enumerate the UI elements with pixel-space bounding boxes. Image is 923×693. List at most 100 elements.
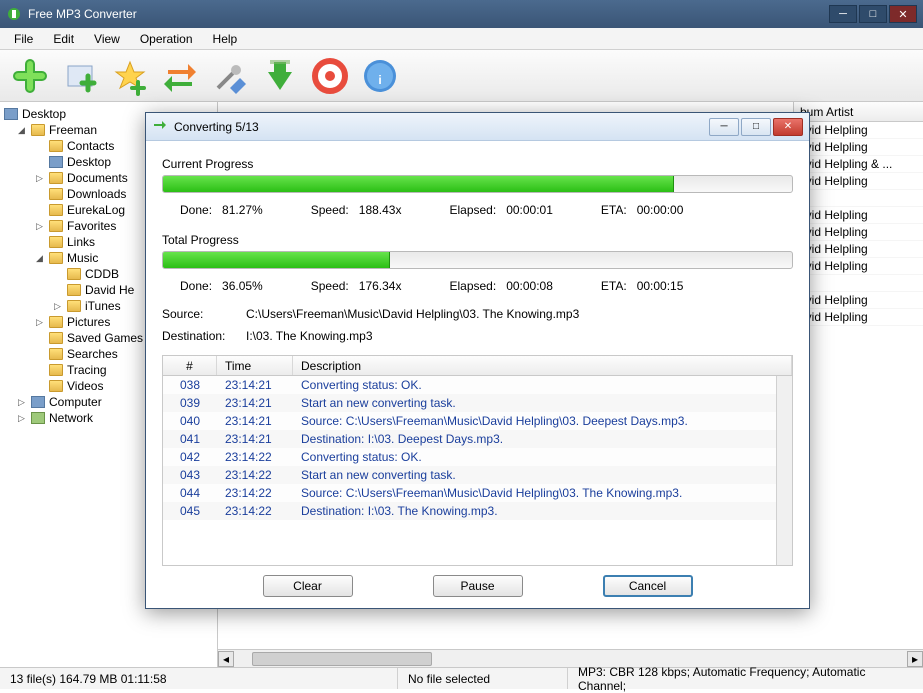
expand-icon[interactable]: ▷	[36, 173, 45, 184]
current-progress-label: Current Progress	[162, 157, 793, 171]
add-files-button[interactable]	[8, 54, 52, 98]
horizontal-scrollbar[interactable]: ◂ ▸	[218, 649, 923, 667]
folder-icon	[49, 348, 63, 360]
dialog-minimize-button[interactable]: ─	[709, 118, 739, 136]
log-panel: # Time Description 03823:14:21Converting…	[162, 355, 793, 566]
dialog-titlebar[interactable]: Converting 5/13 ─ □ ✕	[146, 113, 809, 141]
view-menu[interactable]: View	[86, 30, 128, 48]
status-files: 13 file(s) 164.79 MB 01:11:58	[0, 668, 398, 689]
dialog-close-button[interactable]: ✕	[773, 118, 803, 136]
total-progress-label: Total Progress	[162, 233, 793, 247]
about-button[interactable]: i	[358, 54, 402, 98]
titlebar: Free MP3 Converter ─ □ ✕	[0, 0, 923, 28]
log-row[interactable]: 04023:14:21Source: C:\Users\Freeman\Musi…	[163, 412, 776, 430]
list-item[interactable]: avid Helpling	[793, 292, 923, 309]
toolbar: i	[0, 50, 923, 102]
operation-menu[interactable]: Operation	[132, 30, 201, 48]
collapse-icon[interactable]: ◢	[18, 125, 27, 136]
expand-icon[interactable]: ▷	[18, 397, 27, 408]
settings-button[interactable]	[208, 54, 252, 98]
current-progress-bar	[162, 175, 793, 193]
folder-icon	[49, 236, 63, 248]
folder-icon	[49, 220, 63, 232]
log-row[interactable]: 04423:14:22Source: C:\Users\Freeman\Musi…	[163, 484, 776, 502]
log-scrollbar[interactable]	[776, 376, 792, 565]
network-icon	[31, 412, 45, 424]
current-stats: Done:81.27% Speed:188.43x Elapsed:00:00:…	[162, 201, 793, 227]
total-progress-bar	[162, 251, 793, 269]
list-item[interactable]: avid Helpling	[793, 173, 923, 190]
log-row[interactable]: 03923:14:21Start an new converting task.	[163, 394, 776, 412]
help-menu[interactable]: Help	[205, 30, 246, 48]
expand-icon[interactable]: ▷	[54, 301, 63, 312]
destination-row: Destination:I:\03. The Knowing.mp3	[162, 325, 793, 347]
log-row[interactable]: 04123:14:21Destination: I:\03. Deepest D…	[163, 430, 776, 448]
list-item[interactable]: avid Helpling	[793, 207, 923, 224]
list-item[interactable]	[793, 275, 923, 292]
cancel-button[interactable]: Cancel	[603, 575, 693, 597]
desktop-icon	[4, 108, 18, 120]
statusbar: 13 file(s) 164.79 MB 01:11:58 No file se…	[0, 667, 923, 689]
expand-icon[interactable]: ▷	[36, 317, 45, 328]
clear-button[interactable]: Clear	[263, 575, 353, 597]
list-item[interactable]: avid Helpling	[793, 241, 923, 258]
log-col-num[interactable]: #	[163, 356, 217, 375]
menubar: File Edit View Operation Help	[0, 28, 923, 50]
desktop-icon	[49, 156, 63, 168]
log-row[interactable]: 04523:14:22Destination: I:\03. The Knowi…	[163, 502, 776, 520]
folder-icon	[49, 332, 63, 344]
folder-icon	[67, 300, 81, 312]
list-item[interactable]	[793, 190, 923, 207]
window-title: Free MP3 Converter	[28, 7, 829, 21]
log-row[interactable]: 04323:14:22Start an new converting task.	[163, 466, 776, 484]
folder-icon	[67, 268, 81, 280]
window-buttons: ─ □ ✕	[829, 5, 917, 23]
minimize-button[interactable]: ─	[829, 5, 857, 23]
scroll-thumb[interactable]	[252, 652, 432, 666]
help-button[interactable]	[308, 54, 352, 98]
status-format: MP3: CBR 128 kbps; Automatic Frequency; …	[568, 668, 923, 689]
maximize-button[interactable]: □	[859, 5, 887, 23]
collapse-icon[interactable]: ◢	[36, 253, 45, 264]
folder-icon	[49, 380, 63, 392]
folder-icon	[49, 204, 63, 216]
folder-icon	[49, 364, 63, 376]
column-header[interactable]: bum Artist	[793, 102, 923, 122]
folder-icon	[67, 284, 81, 296]
log-header: # Time Description	[163, 356, 792, 376]
log-col-time[interactable]: Time	[217, 356, 293, 375]
expand-icon[interactable]: ▷	[36, 221, 45, 232]
converting-dialog: Converting 5/13 ─ □ ✕ Current Progress D…	[145, 112, 810, 609]
source-row: Source:C:\Users\Freeman\Music\David Help…	[162, 303, 793, 325]
scroll-left-icon[interactable]: ◂	[218, 651, 234, 667]
add-folder-button[interactable]	[58, 54, 102, 98]
folder-icon	[49, 316, 63, 328]
log-col-desc[interactable]: Description	[293, 356, 792, 375]
list-item[interactable]: avid Helpling	[793, 309, 923, 326]
log-body[interactable]: 03823:14:21Converting status: OK.03923:1…	[163, 376, 776, 565]
list-item[interactable]: avid Helpling & ...	[793, 156, 923, 173]
list-item[interactable]: avid Helpling	[793, 224, 923, 241]
folder-icon	[49, 252, 63, 264]
list-item[interactable]: avid Helpling	[793, 139, 923, 156]
log-row[interactable]: 03823:14:21Converting status: OK.	[163, 376, 776, 394]
list-item[interactable]: avid Helpling	[793, 258, 923, 275]
dialog-title: Converting 5/13	[174, 120, 709, 134]
dialog-maximize-button[interactable]: □	[741, 118, 771, 136]
total-stats: Done:36.05% Speed:176.34x Elapsed:00:00:…	[162, 277, 793, 303]
convert-button[interactable]	[158, 54, 202, 98]
status-selection: No file selected	[398, 668, 568, 689]
download-button[interactable]	[258, 54, 302, 98]
list-body: avid Helpling avid Helpling avid Helplin…	[793, 122, 923, 326]
list-item[interactable]: avid Helpling	[793, 122, 923, 139]
pause-button[interactable]: Pause	[433, 575, 523, 597]
edit-menu[interactable]: Edit	[45, 30, 82, 48]
scroll-right-icon[interactable]: ▸	[907, 651, 923, 667]
close-button[interactable]: ✕	[889, 5, 917, 23]
file-menu[interactable]: File	[6, 30, 41, 48]
favorites-button[interactable]	[108, 54, 152, 98]
folder-icon	[31, 124, 45, 136]
log-row[interactable]: 04223:14:22Converting status: OK.	[163, 448, 776, 466]
expand-icon[interactable]: ▷	[18, 413, 27, 424]
app-icon	[6, 6, 22, 22]
